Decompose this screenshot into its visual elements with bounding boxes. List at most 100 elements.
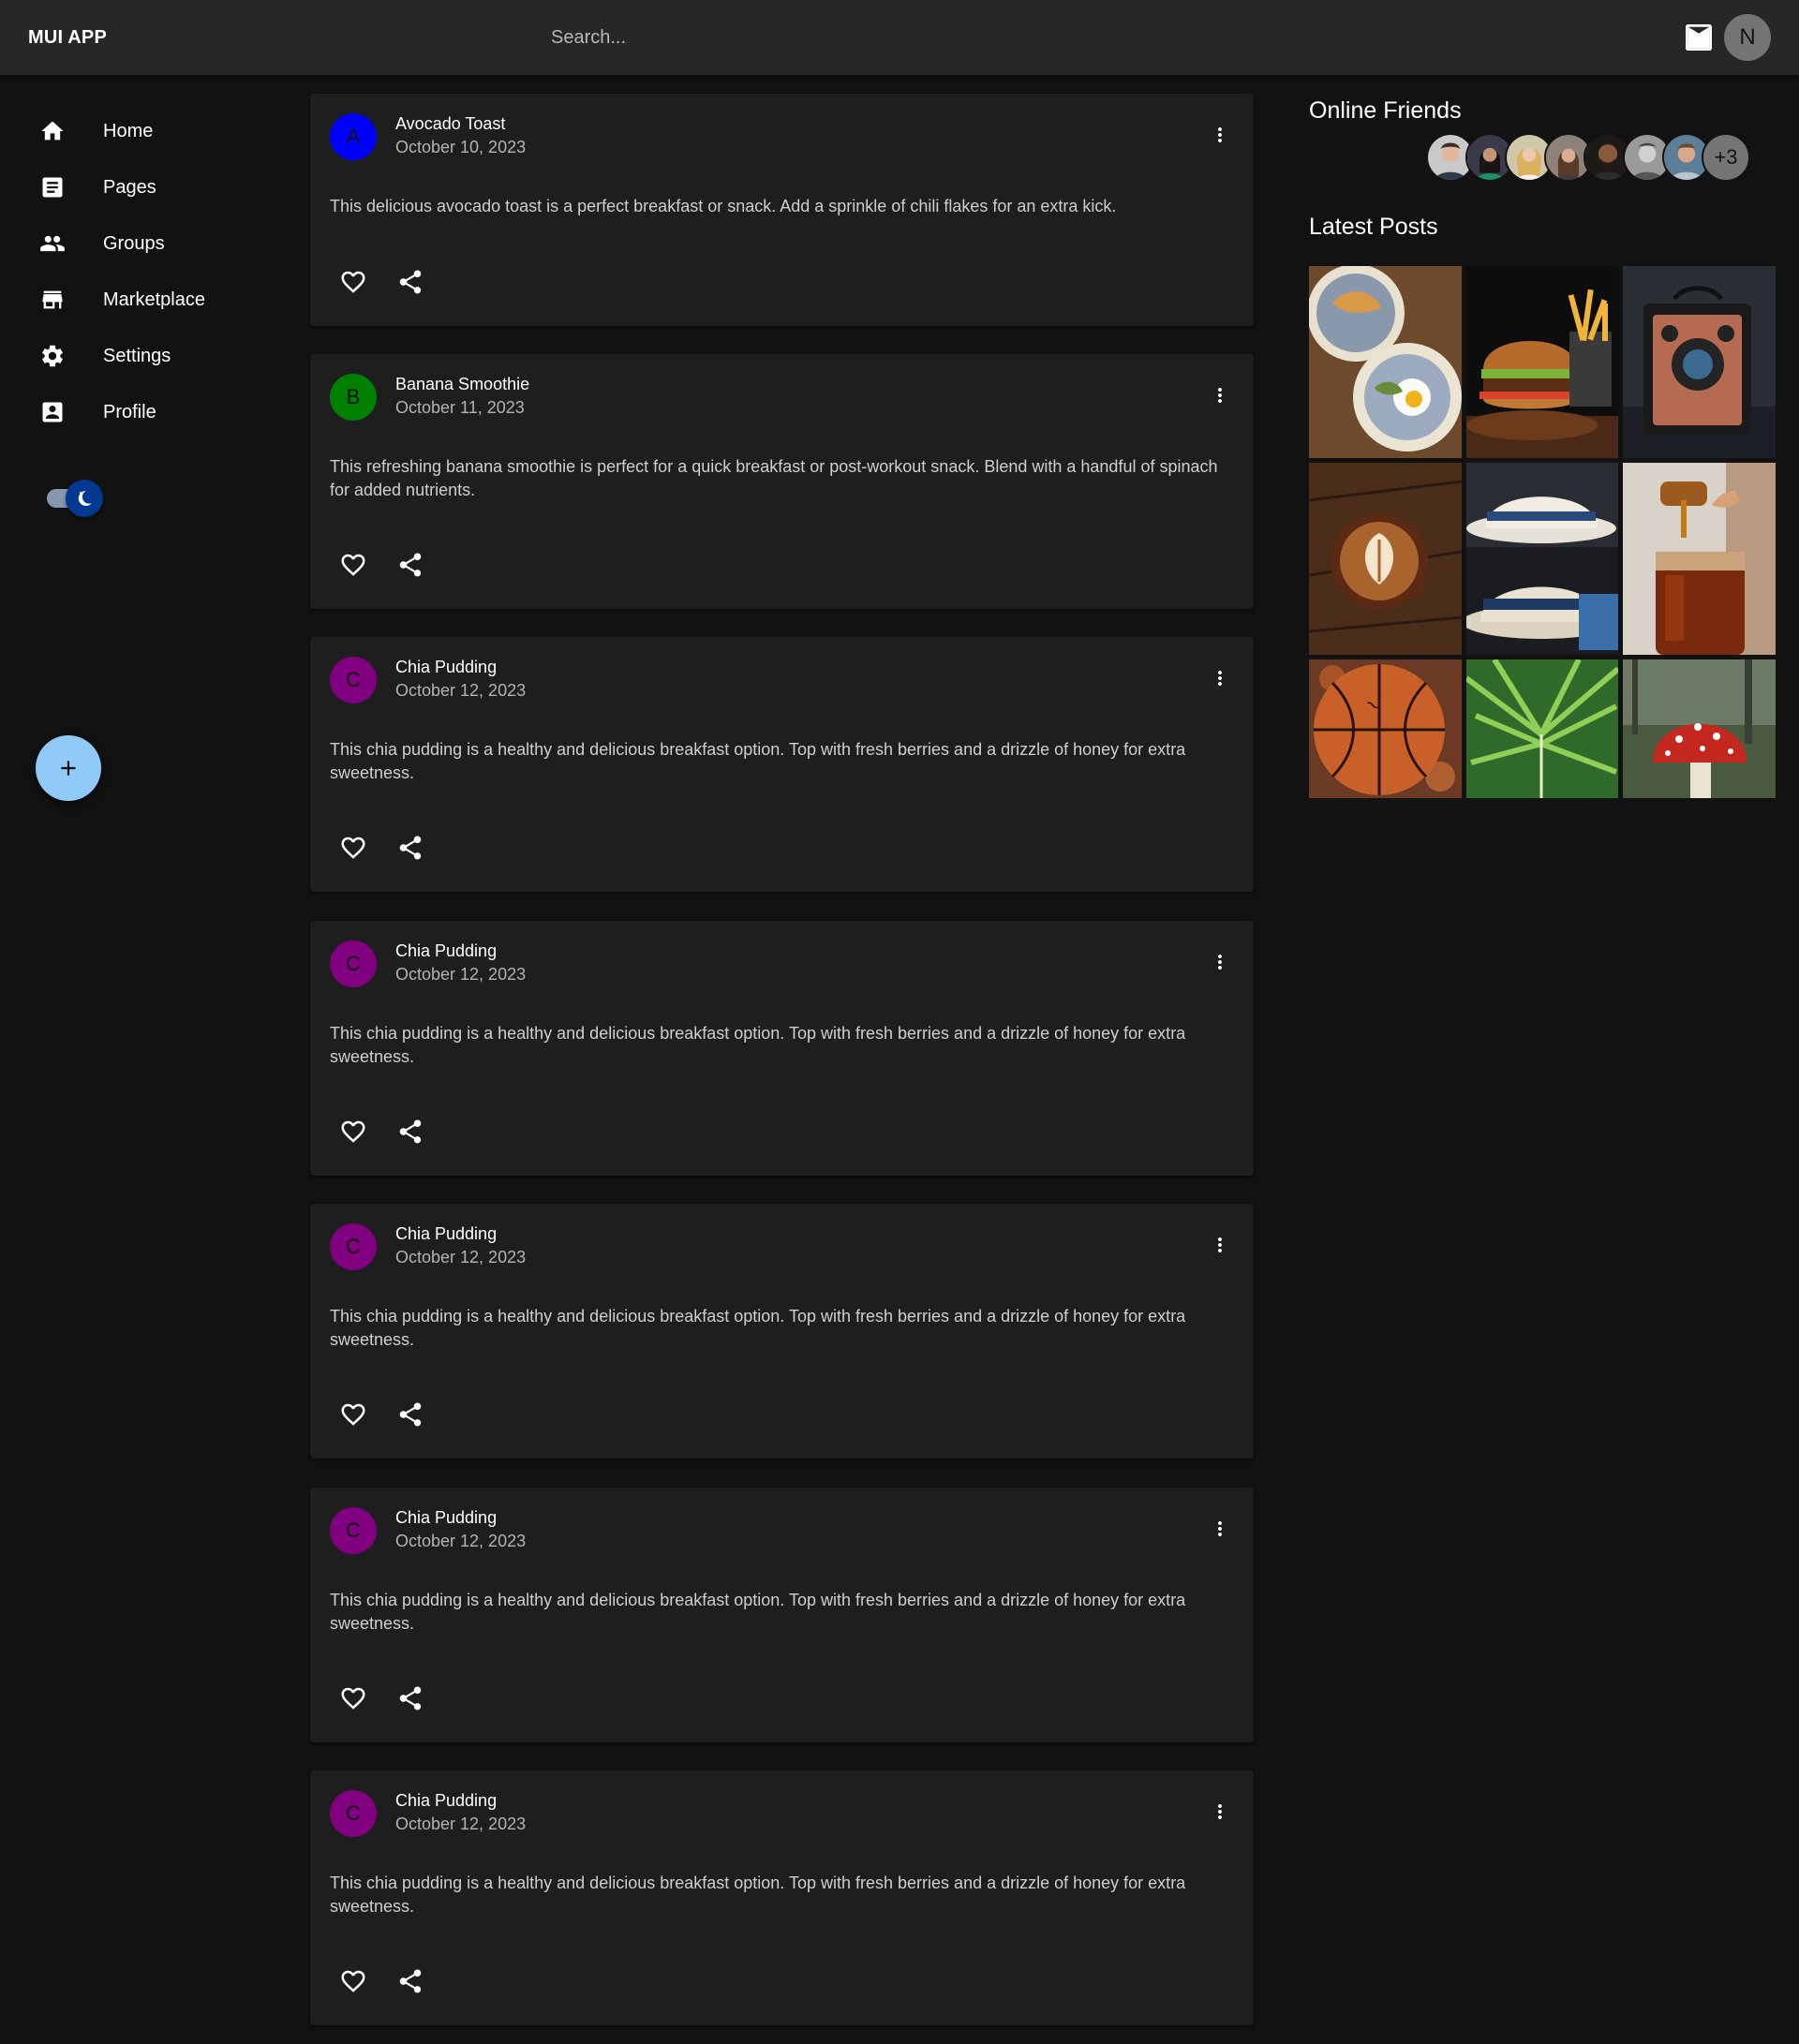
- share-button[interactable]: [394, 1965, 426, 1997]
- photo-basketball[interactable]: ~: [1309, 659, 1462, 798]
- sidebar-item-groups[interactable]: Groups: [0, 215, 290, 272]
- photo-breakfast-plates[interactable]: [1309, 266, 1462, 458]
- online-friends-heading: Online Friends: [1309, 97, 1462, 124]
- share-button[interactable]: [394, 1116, 426, 1148]
- more-options-button[interactable]: [1209, 1797, 1231, 1827]
- share-button[interactable]: [394, 549, 426, 581]
- post-actions: [337, 1965, 426, 1997]
- sidebar-item-pages[interactable]: Pages: [0, 159, 290, 215]
- heart-outline-icon: [341, 1687, 365, 1710]
- sidebar-item-label: Groups: [103, 232, 165, 254]
- sidebar-item-profile[interactable]: Profile: [0, 384, 290, 440]
- post-actions: [337, 832, 426, 864]
- photo-vintage-camera[interactable]: [1623, 266, 1776, 458]
- post-actions: [337, 549, 426, 581]
- share-icon: [399, 1969, 422, 1993]
- like-button[interactable]: [337, 1965, 369, 1997]
- like-button[interactable]: [337, 1399, 369, 1430]
- latest-posts-gallery: ~: [1309, 266, 1776, 798]
- app-bar: MUI APP N: [0, 0, 1799, 75]
- photo-mushroom[interactable]: [1623, 659, 1776, 798]
- post-card: C Chia Pudding October 12, 2023 This chi…: [310, 637, 1254, 892]
- theme-toggle[interactable]: [43, 478, 109, 519]
- more-options-button[interactable]: [1209, 1230, 1231, 1260]
- post-title: Avocado Toast: [395, 114, 506, 133]
- share-icon: [399, 553, 422, 577]
- more-options-button[interactable]: [1209, 120, 1231, 150]
- sidebar-item-marketplace[interactable]: Marketplace: [0, 272, 290, 328]
- heart-outline-icon: [341, 271, 365, 293]
- more-options-button[interactable]: [1209, 380, 1231, 410]
- photo-latte-art[interactable]: [1309, 463, 1462, 655]
- heart-outline-icon: [341, 837, 365, 859]
- post-body: This chia pudding is a healthy and delic…: [330, 1874, 1186, 1916]
- more-options-button[interactable]: [1209, 663, 1231, 693]
- mail-icon: [1686, 24, 1712, 51]
- post-body: This refreshing banana smoothie is perfe…: [330, 457, 1218, 499]
- post-date: October 11, 2023: [395, 398, 525, 417]
- more-vert-icon: [1218, 671, 1222, 686]
- share-button[interactable]: [394, 1399, 426, 1430]
- post-card: C Chia Pudding October 12, 2023 This chi…: [310, 1204, 1254, 1459]
- more-vert-icon: [1218, 1804, 1222, 1819]
- post-card: A Avocado Toast October 10, 2023 This de…: [310, 94, 1254, 326]
- friends-more-count[interactable]: +3: [1702, 133, 1750, 182]
- sidebar-item-label: Home: [103, 120, 154, 141]
- post-date: October 12, 2023: [395, 681, 527, 700]
- plus-icon: [61, 761, 76, 776]
- more-options-button[interactable]: [1209, 947, 1231, 977]
- post-title: Chia Pudding: [395, 1508, 498, 1527]
- share-button[interactable]: [394, 832, 426, 864]
- post-date: October 12, 2023: [395, 965, 527, 984]
- photo-honey-jar[interactable]: [1623, 463, 1776, 655]
- like-button[interactable]: [337, 549, 369, 581]
- app-title: MUI APP: [28, 27, 107, 48]
- more-options-button[interactable]: [1209, 1514, 1231, 1544]
- post-card: C Chia Pudding October 12, 2023 This chi…: [310, 1770, 1254, 2025]
- search-input[interactable]: [551, 26, 1259, 49]
- post-title: Chia Pudding: [395, 1224, 498, 1243]
- post-date: October 12, 2023: [395, 1814, 527, 1833]
- gear-icon: [39, 343, 66, 369]
- search-box[interactable]: [540, 19, 1259, 56]
- share-button[interactable]: [394, 1682, 426, 1714]
- add-post-button[interactable]: [36, 735, 101, 801]
- home-icon: [39, 118, 66, 144]
- heart-outline-icon: [341, 1403, 365, 1426]
- sidebar-item-settings[interactable]: Settings: [0, 328, 290, 384]
- photo-fern[interactable]: [1466, 659, 1618, 798]
- share-icon: [399, 836, 422, 860]
- post-body: This chia pudding is a healthy and delic…: [330, 1591, 1186, 1633]
- sidebar-item-label: Profile: [103, 401, 156, 422]
- toggle-thumb[interactable]: [66, 480, 103, 517]
- post-body: This chia pudding is a healthy and delic…: [330, 1307, 1186, 1349]
- sidebar: Home Pages Groups Marketplace Settings P…: [0, 75, 290, 2044]
- post-card: C Chia Pudding October 12, 2023 This chi…: [310, 1488, 1254, 1742]
- post-actions: [337, 266, 426, 298]
- article-icon: [39, 174, 66, 200]
- user-avatar[interactable]: N: [1724, 14, 1771, 61]
- like-button[interactable]: [337, 832, 369, 864]
- like-button[interactable]: [337, 1116, 369, 1148]
- share-button[interactable]: [394, 266, 426, 298]
- mail-button[interactable]: [1683, 22, 1715, 52]
- photo-hats[interactable]: [1466, 463, 1618, 655]
- share-icon: [399, 270, 422, 294]
- more-vert-icon: [1218, 955, 1222, 970]
- post-avatar: C: [330, 1790, 377, 1837]
- post-date: October 12, 2023: [395, 1532, 527, 1550]
- post-body: This delicious avocado toast is a perfec…: [330, 197, 1117, 215]
- post-title: Banana Smoothie: [395, 375, 530, 393]
- share-icon: [399, 1402, 422, 1427]
- post-avatar: B: [330, 374, 377, 421]
- like-button[interactable]: [337, 1682, 369, 1714]
- like-button[interactable]: [337, 266, 369, 298]
- post-card: C Chia Pudding October 12, 2023 This chi…: [310, 921, 1254, 1176]
- sidebar-item-home[interactable]: Home: [0, 103, 290, 159]
- post-avatar: C: [330, 657, 377, 704]
- more-vert-icon: [1218, 1237, 1222, 1252]
- post-actions: [337, 1399, 426, 1430]
- post-actions: [337, 1682, 426, 1714]
- post-avatar: C: [330, 1223, 377, 1270]
- photo-burger-fries[interactable]: [1466, 266, 1618, 458]
